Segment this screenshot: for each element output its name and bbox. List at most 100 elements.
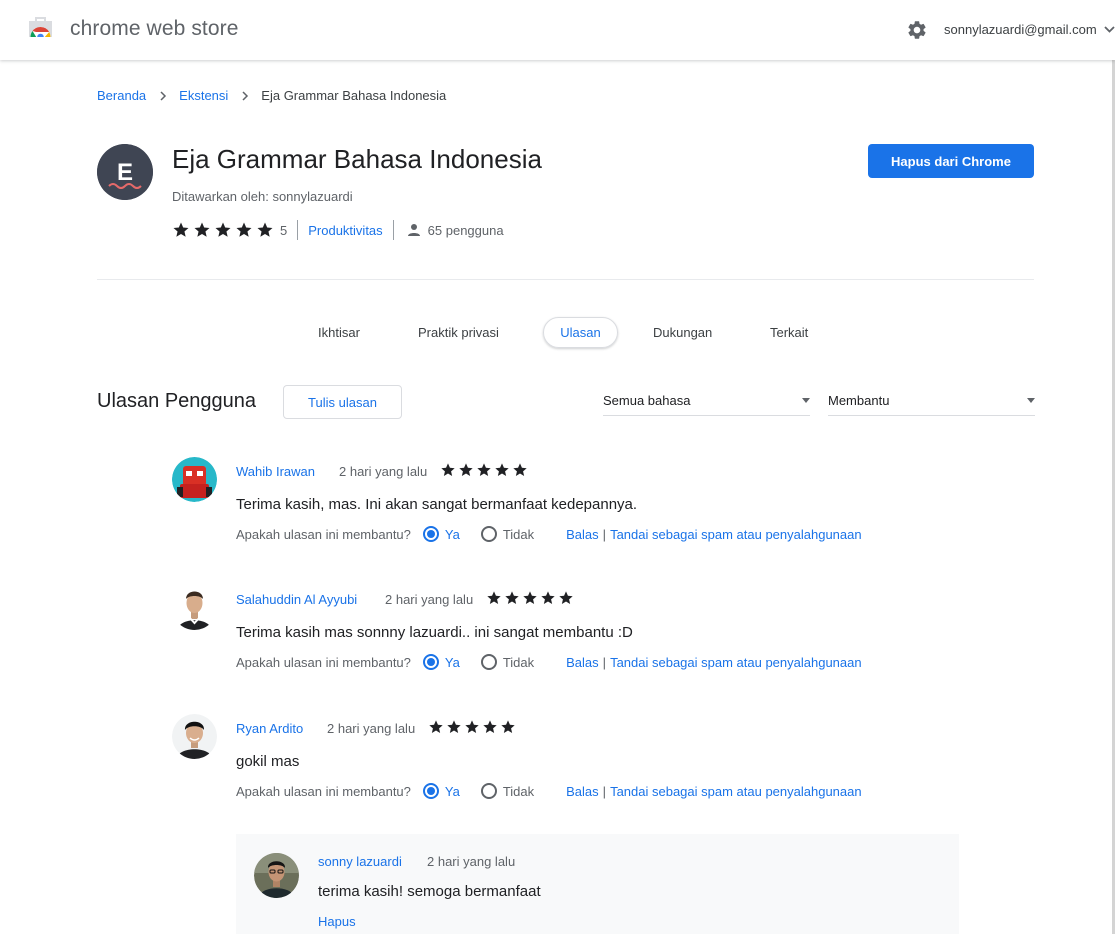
- helpful-prompt: Apakah ulasan ini membantu?: [236, 526, 411, 542]
- reply-text: terima kasih! semoga bermanfaat: [318, 883, 541, 900]
- chevron-down-icon[interactable]: [1104, 22, 1115, 36]
- breadcrumb-extensions[interactable]: Ekstensi: [179, 88, 228, 103]
- reviewer-name[interactable]: Wahib Irawan: [236, 464, 315, 479]
- tab-reviews[interactable]: Ulasan: [543, 317, 618, 348]
- helpful-no-label[interactable]: Tidak: [503, 655, 534, 670]
- separator: |: [602, 526, 607, 542]
- category-link[interactable]: Produktivitas: [308, 223, 382, 238]
- helpful-no-radio[interactable]: [480, 526, 497, 542]
- helpful-yes-radio[interactable]: [422, 783, 439, 799]
- report-spam-link[interactable]: Tandai sebagai spam atau penyalahgunaan: [610, 527, 862, 542]
- review-date: 2 hari yang lalu: [327, 721, 416, 736]
- rating-count[interactable]: 5: [280, 223, 287, 238]
- review-text: Terima kasih mas sonnny lazuardi.. ini s…: [236, 624, 633, 641]
- rating-stars: [172, 221, 277, 239]
- helpful-row: Apakah ulasan ini membantu? Ya Tidak Bal…: [236, 783, 862, 799]
- avatar[interactable]: [172, 457, 217, 502]
- star-icon: [477, 463, 491, 476]
- dropdown-caret-icon: [802, 398, 810, 403]
- reply-link[interactable]: Balas: [566, 655, 599, 670]
- reply-date: 2 hari yang lalu: [427, 854, 516, 869]
- breadcrumb: Beranda Ekstensi Eja Grammar Bahasa Indo…: [97, 88, 446, 103]
- review-item: Wahib Irawan 2 hari yang lalu Terima kas…: [172, 457, 972, 547]
- chevron-right-icon: [242, 90, 249, 101]
- reply-link[interactable]: Balas: [566, 527, 599, 542]
- reviewer-name[interactable]: Ryan Ardito: [236, 721, 303, 736]
- star-icon: [173, 222, 189, 237]
- divider: [97, 279, 1034, 280]
- avatar[interactable]: [172, 714, 217, 759]
- helpful-row: Apakah ulasan ini membantu? Ya Tidak Bal…: [236, 654, 862, 670]
- tab-privacy-practices[interactable]: Praktik privasi: [402, 317, 515, 348]
- helpful-no-label[interactable]: Tidak: [503, 527, 534, 542]
- chrome-web-store-logo[interactable]: [27, 17, 54, 43]
- tab-overview[interactable]: Ikhtisar: [302, 317, 376, 348]
- breadcrumb-home[interactable]: Beranda: [97, 88, 146, 103]
- star-icon: [501, 720, 515, 733]
- remove-from-chrome-button[interactable]: Hapus dari Chrome: [868, 144, 1034, 178]
- helpful-yes-label[interactable]: Ya: [445, 784, 460, 799]
- report-spam-link[interactable]: Tandai sebagai spam atau penyalahgunaan: [610, 784, 862, 799]
- review-stars: [486, 590, 576, 606]
- star-icon: [257, 222, 273, 237]
- helpful-prompt: Apakah ulasan ini membantu?: [236, 783, 411, 799]
- separator: |: [602, 783, 607, 799]
- delete-reply-link[interactable]: Hapus: [318, 914, 356, 929]
- review-date: 2 hari yang lalu: [339, 464, 428, 479]
- star-icon: [523, 591, 537, 604]
- review-stars: [440, 462, 530, 478]
- sort-select[interactable]: Membantu: [828, 386, 1035, 416]
- review-date: 2 hari yang lalu: [385, 592, 474, 607]
- helpful-yes-label[interactable]: Ya: [445, 527, 460, 542]
- avatar[interactable]: [254, 853, 299, 898]
- helpful-yes-radio[interactable]: [422, 526, 439, 542]
- helpful-yes-label[interactable]: Ya: [445, 655, 460, 670]
- person-icon: [407, 224, 420, 236]
- avatar[interactable]: [172, 585, 217, 630]
- developer-reply: sonny lazuardi 2 hari yang lalu terima k…: [236, 834, 959, 934]
- reviewer-name[interactable]: Salahuddin Al Ayyubi: [236, 592, 357, 607]
- report-spam-link[interactable]: Tandai sebagai spam atau penyalahgunaan: [610, 655, 862, 670]
- review-item: Salahuddin Al Ayyubi 2 hari yang lalu Te…: [172, 585, 972, 675]
- developer-name[interactable]: sonny lazuardi: [318, 854, 402, 869]
- breadcrumb-current: Eja Grammar Bahasa Indonesia: [261, 88, 447, 103]
- helpful-no-radio[interactable]: [480, 654, 497, 670]
- write-review-button[interactable]: Tulis ulasan: [283, 385, 402, 419]
- star-icon: [194, 222, 210, 237]
- reply-link[interactable]: Balas: [566, 784, 599, 799]
- review-text: gokil mas: [236, 753, 300, 770]
- extension-icon-letter: E: [117, 159, 133, 186]
- account-email[interactable]: sonnylazuardi@gmail.com: [944, 22, 1097, 37]
- divider: [392, 220, 394, 240]
- tab-support[interactable]: Dukungan: [637, 317, 728, 348]
- star-icon: [483, 720, 497, 733]
- chevron-right-icon: [160, 90, 167, 101]
- star-icon: [429, 720, 443, 733]
- helpful-prompt: Apakah ulasan ini membantu?: [236, 654, 411, 670]
- star-icon: [236, 222, 252, 237]
- helpful-no-radio[interactable]: [480, 783, 497, 799]
- star-icon: [513, 463, 527, 476]
- gear-icon[interactable]: [906, 19, 928, 41]
- star-icon: [441, 463, 455, 476]
- language-select[interactable]: Semua bahasa: [603, 386, 810, 416]
- store-name[interactable]: chrome web store: [70, 17, 239, 41]
- star-icon: [495, 463, 509, 476]
- language-select-value: Semua bahasa: [603, 393, 691, 408]
- review-item: Ryan Ardito 2 hari yang lalu gokil mas A…: [172, 714, 972, 804]
- tab-related[interactable]: Terkait: [754, 317, 824, 348]
- review-stars: [428, 719, 518, 735]
- offered-by: Ditawarkan oleh: sonnylazuardi: [172, 189, 353, 204]
- item-meta: 5 Produktivitas 65 pengguna: [172, 219, 504, 241]
- helpful-yes-radio[interactable]: [422, 654, 439, 670]
- extension-icon: E: [97, 144, 153, 200]
- star-icon: [559, 591, 573, 604]
- helpful-row: Apakah ulasan ini membantu? Ya Tidak Bal…: [236, 526, 862, 542]
- star-icon: [505, 591, 519, 604]
- top-bar: chrome web store sonnylazuardi@gmail.com: [0, 0, 1115, 60]
- helpful-no-label[interactable]: Tidak: [503, 784, 534, 799]
- star-icon: [215, 222, 231, 237]
- divider: [297, 220, 299, 240]
- reviews-title: Ulasan Pengguna: [97, 390, 257, 412]
- review-text: Terima kasih, mas. Ini akan sangat berma…: [236, 496, 638, 513]
